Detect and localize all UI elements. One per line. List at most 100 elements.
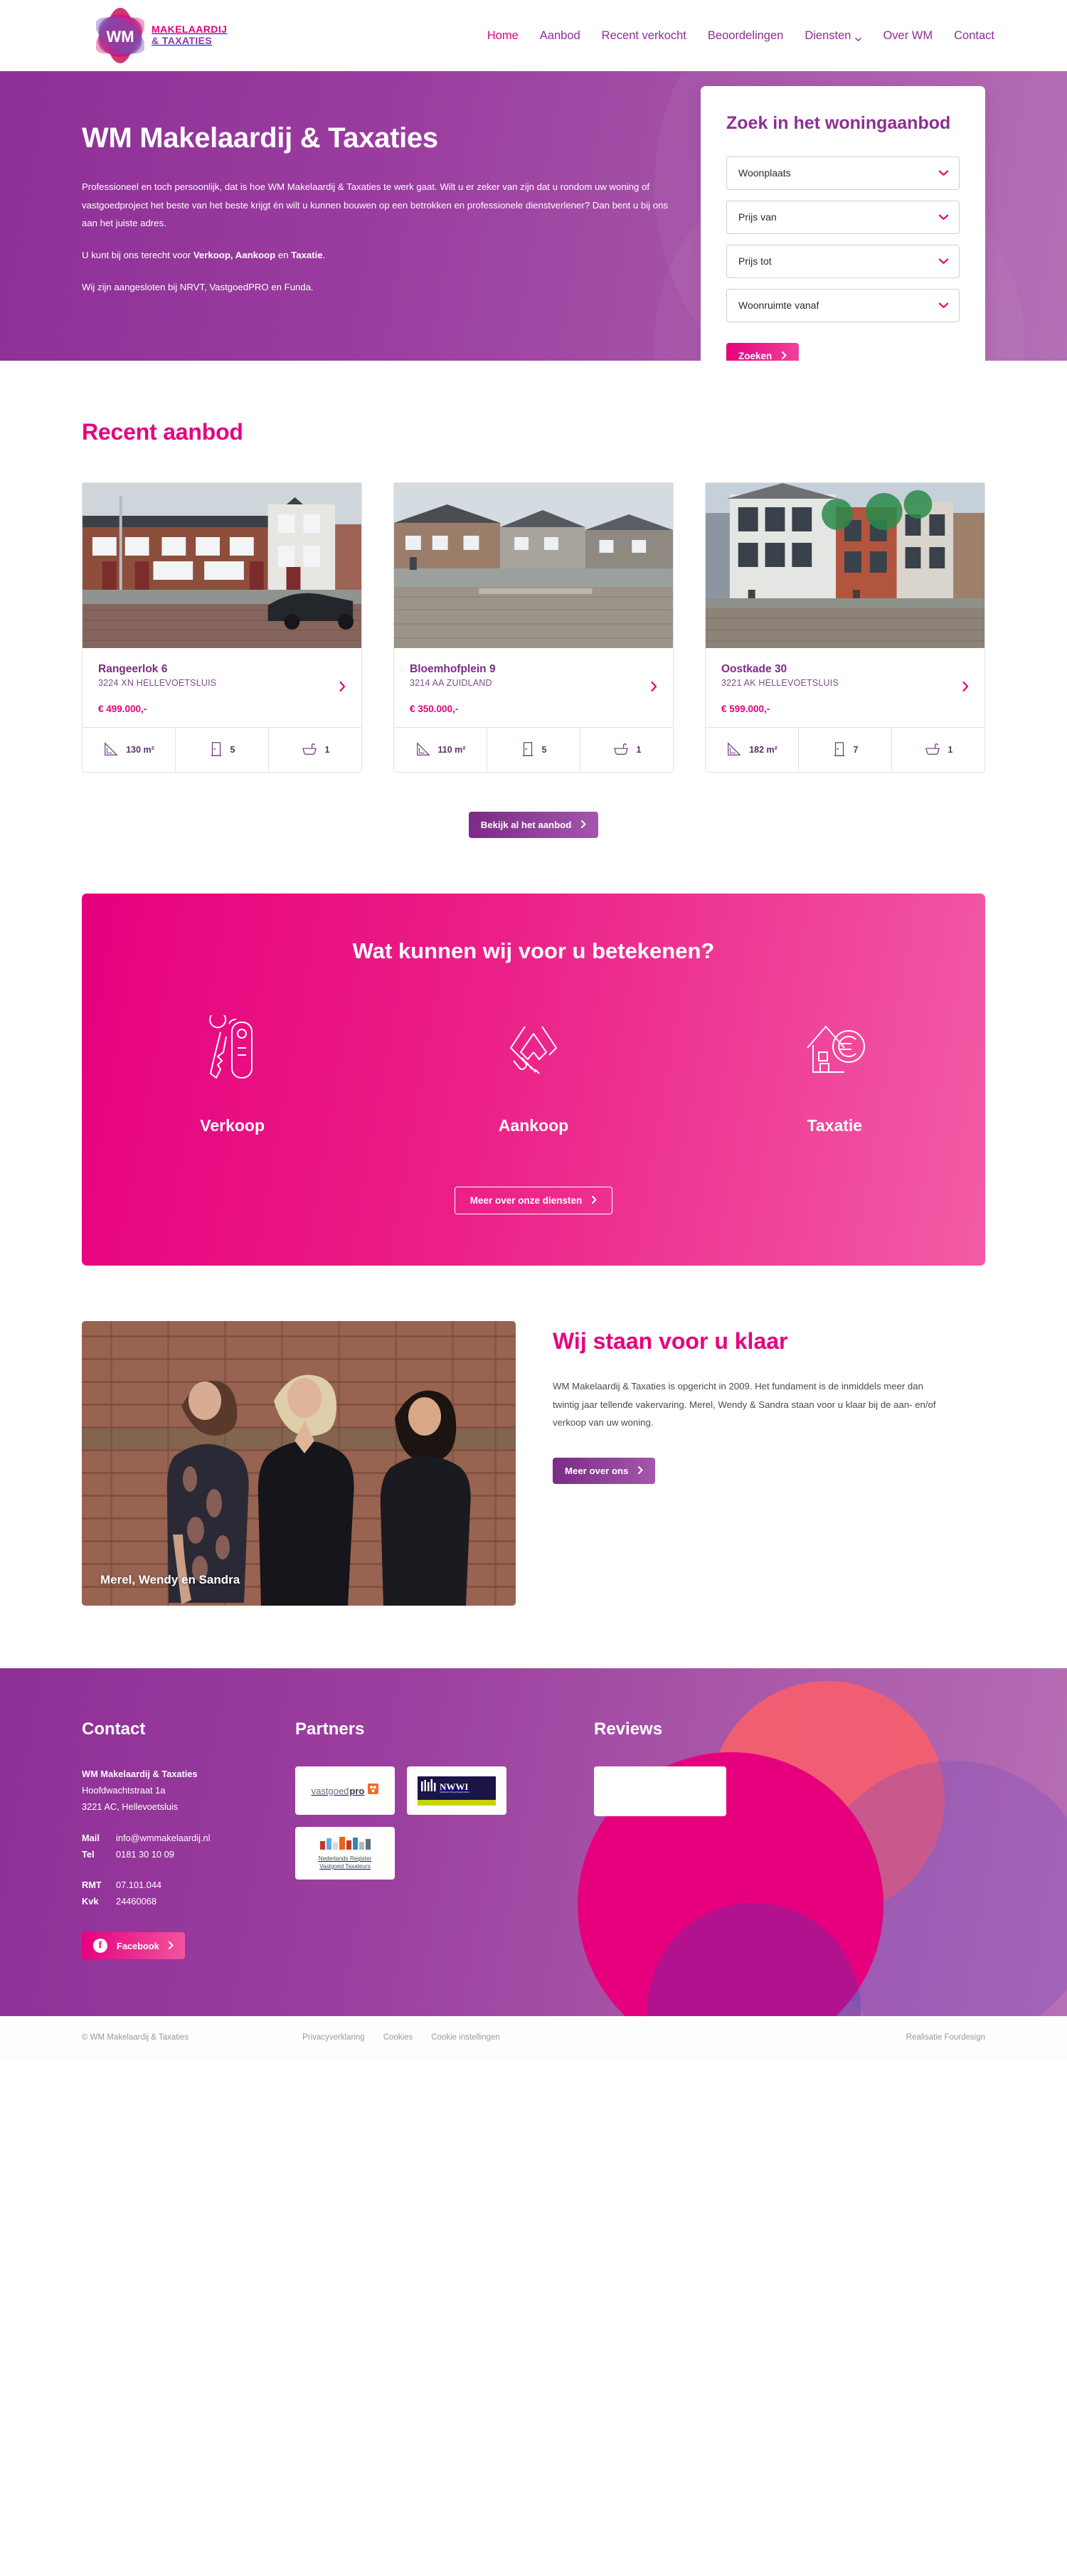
- footer-tel-key: Tel: [82, 1849, 95, 1860]
- property-photo: [394, 483, 673, 648]
- nav-item-diensten[interactable]: Diensten: [805, 29, 862, 43]
- service-item-taxatie[interactable]: Taxatie: [684, 1015, 985, 1135]
- chevron-right-icon: [168, 1941, 174, 1951]
- facebook-button[interactable]: f Facebook: [82, 1932, 185, 1960]
- rooms-value: 5: [230, 745, 235, 755]
- bathtub-icon: [924, 742, 941, 758]
- footer-company-name: WM Makelaardij & Taxaties: [82, 1769, 198, 1779]
- footer-partners-heading: Partners: [295, 1719, 365, 1739]
- property-address: Oostkade 30: [721, 663, 787, 675]
- nav-item-contact[interactable]: Contact: [954, 29, 994, 43]
- logo-line-2: & TAXATIES: [152, 35, 213, 46]
- select-prijs-van[interactable]: Prijs van: [726, 200, 960, 234]
- door-icon: [521, 741, 535, 759]
- chevron-down-icon: [938, 167, 949, 179]
- select-woonplaats[interactable]: Woonplaats: [726, 156, 960, 190]
- area-value: 130 m²: [126, 745, 154, 755]
- more-services-button[interactable]: Meer over onze diensten: [454, 1187, 613, 1214]
- partner-logo-vastgoedpro[interactable]: vastgoed pro: [295, 1766, 395, 1815]
- hero-paragraph-3: Wij zijn aangesloten bij NRVT, VastgoedP…: [82, 281, 314, 292]
- chevron-right-icon: [592, 1195, 597, 1206]
- footer-street: Hoofdwachtstraat 1a: [82, 1784, 166, 1796]
- copyright-text: © WM Makelaardij & Taxaties: [82, 2033, 189, 2042]
- main-navigation: Home Aanbod Recent verkocht Beoordelinge…: [487, 29, 994, 43]
- rooms-value: 7: [853, 745, 859, 755]
- svg-text:WM: WM: [106, 28, 134, 46]
- footer-tel-value[interactable]: 0181 30 10 09: [116, 1847, 174, 1863]
- property-zipcode: 3214 AA ZUIDLAND: [410, 678, 492, 688]
- partner-logo-nwwi[interactable]: NWWI Nederlands Woning Waarde Instituut: [407, 1766, 506, 1815]
- recent-offer-section: Recent aanbod Rangeerlok 6 3224 XN HELLE…: [0, 361, 1067, 894]
- select-prijs-van-value: Prijs van: [738, 211, 777, 223]
- service-item-aankoop[interactable]: Aankoop: [383, 1015, 684, 1135]
- about-section: Merel, Wendy en Sandra Wij staan voor u …: [0, 1266, 1067, 1668]
- area-icon: [726, 741, 742, 759]
- property-area: 182 m²: [706, 728, 799, 772]
- chevron-down-icon: [938, 300, 949, 311]
- footer-kvk-value: 24460068: [116, 1895, 156, 1907]
- services-title: Wat kunnen wij voor u betekenen?: [352, 938, 715, 963]
- nwwi-subtitle: Nederlands Woning Waarde Instituut: [440, 1791, 470, 1793]
- footer-rmt-value: 07.101.044: [116, 1879, 162, 1890]
- footer-mail-value[interactable]: info@wmmakelaardij.nl: [116, 1830, 210, 1847]
- property-bathrooms: 1: [892, 728, 984, 772]
- door-icon: [832, 741, 846, 759]
- nrvt-line-1: Nederlands Register: [318, 1855, 372, 1862]
- site-footer: Contact WM Makelaardij & Taxaties Hoofdw…: [0, 1668, 1067, 2017]
- nav-item-beoordelingen[interactable]: Beoordelingen: [708, 29, 783, 43]
- property-features: 110 m² 5 1: [394, 727, 673, 772]
- chevron-right-icon: [782, 351, 787, 361]
- nav-item-recent-verkocht[interactable]: Recent verkocht: [602, 29, 686, 43]
- credit-link[interactable]: Realisatie Fourdesign: [906, 2033, 985, 2042]
- nav-item-aanbod[interactable]: Aanbod: [540, 29, 580, 43]
- bathrooms-value: 1: [947, 745, 953, 755]
- more-about-button[interactable]: Meer over ons: [553, 1458, 656, 1485]
- site-logo[interactable]: WM MAKELAARDIJ & TAXATIES: [95, 6, 227, 65]
- footer-rmt-key: RMT: [82, 1879, 102, 1890]
- property-price: € 599.000,-: [721, 704, 770, 714]
- property-bathrooms: 1: [269, 728, 361, 772]
- nav-item-home[interactable]: Home: [487, 29, 519, 43]
- property-price: € 350.000,-: [410, 704, 459, 714]
- property-rooms: 7: [799, 728, 892, 772]
- property-photo: [83, 483, 361, 648]
- property-address: Bloemhofplein 9: [410, 663, 496, 675]
- property-address: Rangeerlok 6: [98, 663, 168, 675]
- facebook-icon: f: [93, 1939, 107, 1954]
- property-card[interactable]: Bloemhofplein 9 3214 AA ZUIDLAND € 350.0…: [393, 482, 674, 773]
- link-cookies[interactable]: Cookies: [383, 2033, 413, 2042]
- property-zipcode: 3221 AK HELLEVOETSLUIS: [721, 678, 839, 688]
- select-woonruimte-vanaf-value: Woonruimte vanaf: [738, 300, 819, 311]
- link-privacyverklaring[interactable]: Privacyverklaring: [302, 2033, 365, 2042]
- link-cookie-instellingen[interactable]: Cookie instellingen: [431, 2033, 500, 2042]
- services-section: Wat kunnen wij voor u betekenen? Verkoop: [82, 894, 985, 1266]
- chevron-down-icon: [855, 33, 862, 41]
- nrvt-line-2: Vastgoed Taxateurs: [319, 1863, 371, 1870]
- select-prijs-tot-value: Prijs tot: [738, 255, 772, 267]
- select-prijs-tot[interactable]: Prijs tot: [726, 244, 960, 278]
- footer-kvk-key: Kvk: [82, 1895, 99, 1907]
- property-features: 182 m² 7 1: [706, 727, 984, 772]
- property-area: 130 m²: [83, 728, 176, 772]
- rooms-value: 5: [541, 745, 547, 755]
- service-item-verkoop[interactable]: Verkoop: [82, 1015, 383, 1135]
- hero-paragraph-2: U kunt bij ons terecht voor Verkoop, Aan…: [82, 246, 683, 265]
- chevron-right-icon: [339, 681, 346, 694]
- door-icon: [209, 741, 223, 759]
- review-widget-card[interactable]: [594, 1766, 726, 1816]
- hero-paragraph-1: Professioneel en toch persoonlijk, dat i…: [82, 181, 669, 229]
- nrvt-buildings-icon: [319, 1835, 372, 1853]
- footer-tel-row: Tel 0181 30 10 09: [82, 1847, 295, 1863]
- service-label-taxatie: Taxatie: [807, 1116, 863, 1135]
- search-submit-button[interactable]: Zoeken: [726, 342, 800, 361]
- footer-reviews-heading: Reviews: [594, 1719, 663, 1739]
- property-card[interactable]: Oostkade 30 3221 AK HELLEVOETSLUIS € 599…: [705, 482, 985, 773]
- select-woonruimte-vanaf[interactable]: Woonruimte vanaf: [726, 288, 960, 322]
- area-value: 182 m²: [749, 745, 777, 755]
- property-card[interactable]: Rangeerlok 6 3224 XN HELLEVOETSLUIS € 49…: [82, 482, 362, 773]
- partner-logo-nrvt[interactable]: Nederlands Register Vastgoed Taxateurs: [295, 1827, 395, 1880]
- services-list: Verkoop Aankoop Taxatie: [82, 1015, 985, 1135]
- service-label-aankoop: Aankoop: [498, 1116, 569, 1135]
- nav-item-over-wm[interactable]: Over WM: [883, 29, 933, 43]
- view-all-offers-button[interactable]: Bekijk al het aanbod: [468, 812, 599, 838]
